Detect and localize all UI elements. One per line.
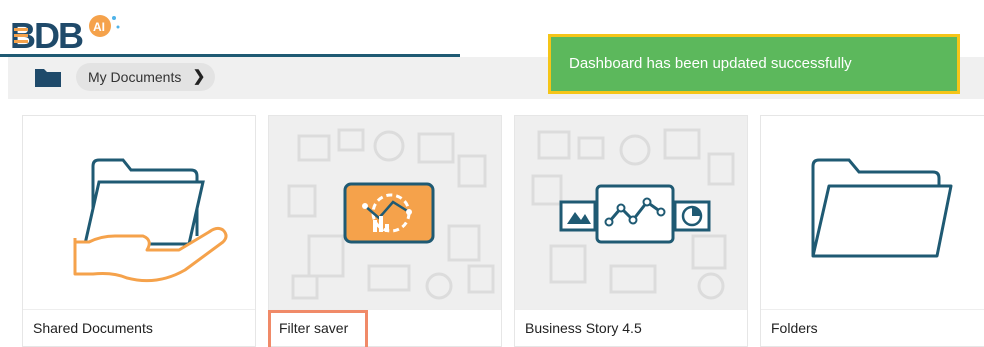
card-title: Filter saver xyxy=(279,320,349,336)
breadcrumb-item-my-documents[interactable]: My Documents ❯ xyxy=(76,63,216,91)
card-thumbnail xyxy=(23,116,255,309)
card-thumbnail xyxy=(515,116,747,309)
card-folders[interactable]: Folders xyxy=(760,115,984,347)
card-business-story[interactable]: Business Story 4.5 xyxy=(514,115,748,347)
analytics-dashboard-icon xyxy=(287,128,495,300)
card-title: Folders xyxy=(771,320,818,336)
svg-text:AI: AI xyxy=(93,20,105,34)
card-title: Shared Documents xyxy=(33,320,153,336)
folder-icon[interactable] xyxy=(34,66,62,88)
chevron-right-icon: ❯ xyxy=(192,68,206,85)
shared-folder-hand-icon xyxy=(73,158,228,283)
card-shared-documents[interactable]: Shared Documents xyxy=(22,115,256,347)
card-title: Business Story 4.5 xyxy=(525,320,642,336)
card-thumbnail xyxy=(269,116,501,309)
card-filter-saver[interactable]: Filter saver xyxy=(268,115,502,347)
breadcrumb-label: My Documents xyxy=(88,69,182,85)
success-toast: Dashboard has been updated successfully xyxy=(548,34,960,94)
card-thumbnail xyxy=(761,116,984,309)
toast-message: Dashboard has been updated successfully xyxy=(569,55,852,72)
bdb-ai-logo: BDB AI xyxy=(10,15,120,56)
business-story-icon xyxy=(531,128,735,300)
folder-outline-icon xyxy=(811,158,953,258)
